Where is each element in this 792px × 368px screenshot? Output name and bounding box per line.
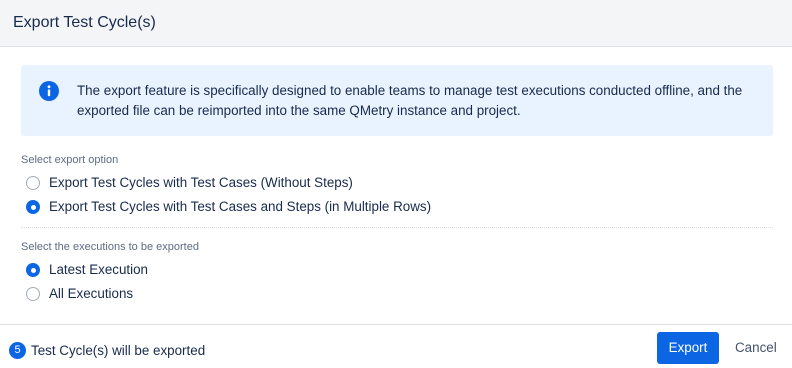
radio-checked-icon[interactable] <box>26 200 40 214</box>
dialog-title: Export Test Cycle(s) <box>13 14 156 31</box>
radio-export-without-steps[interactable]: Export Test Cycles with Test Cases (With… <box>26 174 353 192</box>
radio-label: Export Test Cycles with Test Cases (With… <box>49 175 353 190</box>
radio-label: All Executions <box>49 286 134 301</box>
executions-label: Select the executions to be exported <box>21 241 199 253</box>
radio-unchecked-icon[interactable] <box>26 287 40 301</box>
export-button[interactable]: Export <box>657 332 719 364</box>
radio-unchecked-icon[interactable] <box>26 176 40 190</box>
export-option-label: Select export option <box>21 154 119 166</box>
radio-latest-execution[interactable]: Latest Execution <box>26 261 148 279</box>
section-divider <box>21 227 773 228</box>
radio-label: Export Test Cycles with Test Cases and S… <box>49 199 432 214</box>
export-count-text: Test Cycle(s) will be exported <box>31 343 206 358</box>
radio-all-executions[interactable]: All Executions <box>26 285 133 303</box>
info-icon <box>39 81 59 101</box>
radio-label: Latest Execution <box>49 262 149 277</box>
dialog-footer: 5 Test Cycle(s) will be exported Export … <box>0 324 792 368</box>
info-text: The export feature is specifically desig… <box>77 83 743 118</box>
radio-export-with-steps[interactable]: Export Test Cycles with Test Cases and S… <box>26 198 431 216</box>
export-dialog: Export Test Cycle(s) The export feature … <box>0 0 792 368</box>
dialog-header: Export Test Cycle(s) <box>0 0 792 47</box>
count-badge: 5 <box>9 342 26 359</box>
info-message: The export feature is specifically desig… <box>21 65 773 136</box>
cancel-button[interactable]: Cancel <box>735 332 777 364</box>
radio-checked-icon[interactable] <box>26 263 40 277</box>
